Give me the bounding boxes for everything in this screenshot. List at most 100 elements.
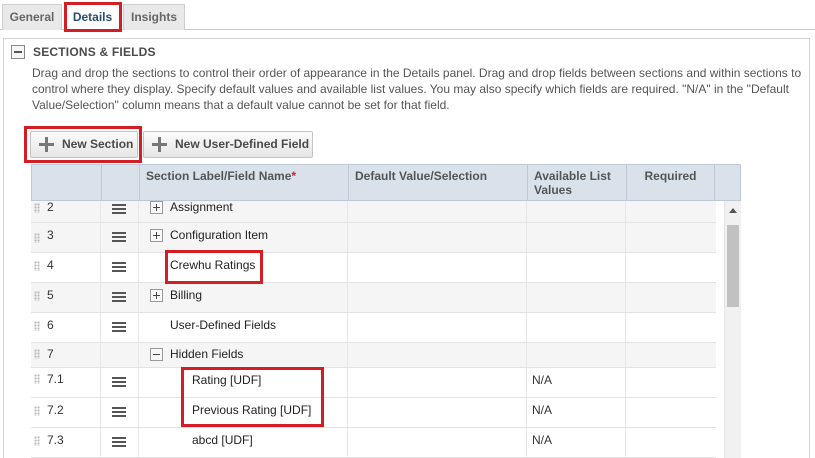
header-section-label[interactable]: Section Label/Field Name* (140, 165, 349, 201)
menu-icon[interactable] (112, 437, 126, 448)
menu-icon[interactable] (112, 292, 126, 303)
new-section-button[interactable]: New Section (30, 131, 138, 158)
available-cell (527, 253, 626, 282)
available-cell (527, 343, 626, 367)
label-cell: Hidden Fields (139, 343, 348, 367)
tab-bar: General Details Insights (0, 0, 815, 31)
row-number: 4 (47, 258, 54, 272)
default-cell (348, 201, 527, 222)
drag-handle-icon[interactable] (34, 203, 40, 213)
new-section-label: New Section (62, 137, 134, 151)
scroll-thumb[interactable] (727, 225, 739, 307)
menu-cell (101, 313, 139, 342)
table-row[interactable]: 7.1 Rating [UDF] N/A (31, 368, 716, 398)
field-name: abcd [UDF] (192, 433, 253, 447)
order-cell: 7.2 (31, 398, 101, 427)
drag-handle-icon[interactable] (34, 291, 40, 301)
drag-handle-icon[interactable] (34, 374, 40, 384)
header-available-list[interactable]: Available List Values (528, 165, 627, 201)
row-number: 7.2 (47, 403, 64, 417)
order-cell: 6 (31, 313, 101, 342)
collapse-icon[interactable] (150, 348, 163, 361)
required-star: * (291, 169, 297, 183)
menu-icon[interactable] (112, 262, 126, 273)
order-cell: 7 (31, 343, 101, 367)
field-name: Previous Rating [UDF] (192, 403, 312, 417)
label-cell: Billing (139, 283, 348, 312)
drag-handle-icon[interactable] (34, 321, 40, 331)
available-cell (527, 201, 626, 222)
label-cell: Configuration Item (139, 223, 348, 252)
order-cell: 7.3 (31, 428, 101, 457)
grid-body: 2 Assignment 3 Configuration Item 4 Crew… (31, 201, 716, 458)
table-row[interactable]: 7.3 abcd [UDF] N/A (31, 428, 716, 458)
menu-cell (101, 283, 139, 312)
plus-icon (39, 137, 54, 152)
default-cell (348, 398, 527, 427)
menu-cell (101, 223, 139, 252)
header-section-label-text: Section Label/Field Name (146, 169, 292, 183)
expand-icon[interactable] (150, 201, 163, 214)
table-row[interactable]: 5 Billing (31, 283, 716, 313)
menu-icon[interactable] (112, 232, 126, 243)
menu-cell (101, 368, 139, 397)
default-cell (348, 313, 527, 342)
vertical-scrollbar[interactable] (724, 201, 741, 458)
section-name: Assignment (170, 201, 233, 214)
default-cell (348, 368, 527, 397)
menu-icon[interactable] (112, 204, 126, 215)
table-row[interactable]: 7 Hidden Fields (31, 343, 716, 368)
label-cell: Rating [UDF] (139, 368, 348, 397)
expand-icon[interactable] (150, 229, 163, 242)
drag-handle-icon[interactable] (34, 261, 40, 271)
available-cell (527, 313, 626, 342)
table-row[interactable]: 4 Crewhu Ratings (31, 253, 716, 283)
table-row[interactable]: 2 Assignment (31, 201, 716, 223)
label-cell: Assignment (139, 201, 348, 222)
scroll-up-arrow-icon[interactable] (729, 208, 737, 213)
tab-insights[interactable]: Insights (123, 4, 185, 30)
new-udf-button[interactable]: New User-Defined Field (143, 131, 313, 158)
available-cell (527, 283, 626, 312)
menu-icon[interactable] (112, 322, 126, 333)
menu-cell (101, 343, 139, 367)
drag-handle-icon[interactable] (34, 406, 40, 416)
section-name: Billing (170, 288, 203, 302)
drag-handle-icon[interactable] (34, 233, 40, 243)
row-number: 7.1 (47, 372, 64, 386)
table-row[interactable]: 3 Configuration Item (31, 223, 716, 253)
section-name: Hidden Fields (170, 347, 244, 361)
row-number: 6 (47, 318, 54, 332)
label-cell: abcd [UDF] (139, 428, 348, 457)
row-number: 2 (47, 201, 54, 214)
section-title: SECTIONS & FIELDS (33, 45, 156, 59)
default-cell (348, 223, 527, 252)
collapse-section-button[interactable] (11, 45, 25, 59)
available-cell (527, 223, 626, 252)
section-name: Configuration Item (170, 228, 269, 242)
header-required[interactable]: Required (627, 165, 715, 201)
section-name: User-Defined Fields (170, 318, 277, 332)
row-number: 7 (47, 347, 54, 361)
drag-handle-icon[interactable] (34, 349, 40, 359)
default-cell (348, 283, 527, 312)
default-cell (348, 428, 527, 457)
section-description: Drag and drop the sections to control th… (32, 66, 802, 112)
header-default-value[interactable]: Default Value/Selection (349, 165, 528, 201)
menu-icon[interactable] (112, 377, 126, 388)
header-menu (102, 165, 140, 201)
menu-icon[interactable] (112, 407, 126, 418)
table-row[interactable]: 7.2 Previous Rating [UDF] N/A (31, 398, 716, 428)
menu-cell (101, 428, 139, 457)
menu-cell (101, 398, 139, 427)
table-row[interactable]: 6 User-Defined Fields (31, 313, 716, 343)
row-number: 5 (47, 288, 54, 302)
tab-general[interactable]: General (2, 4, 62, 30)
drag-handle-icon[interactable] (34, 436, 40, 446)
expand-icon[interactable] (150, 289, 163, 302)
label-cell: Previous Rating [UDF] (139, 398, 348, 427)
order-cell: 7.1 (31, 368, 101, 397)
row-number: 3 (47, 228, 54, 242)
tab-details[interactable]: Details (65, 4, 120, 31)
available-list-value: N/A (532, 433, 553, 447)
